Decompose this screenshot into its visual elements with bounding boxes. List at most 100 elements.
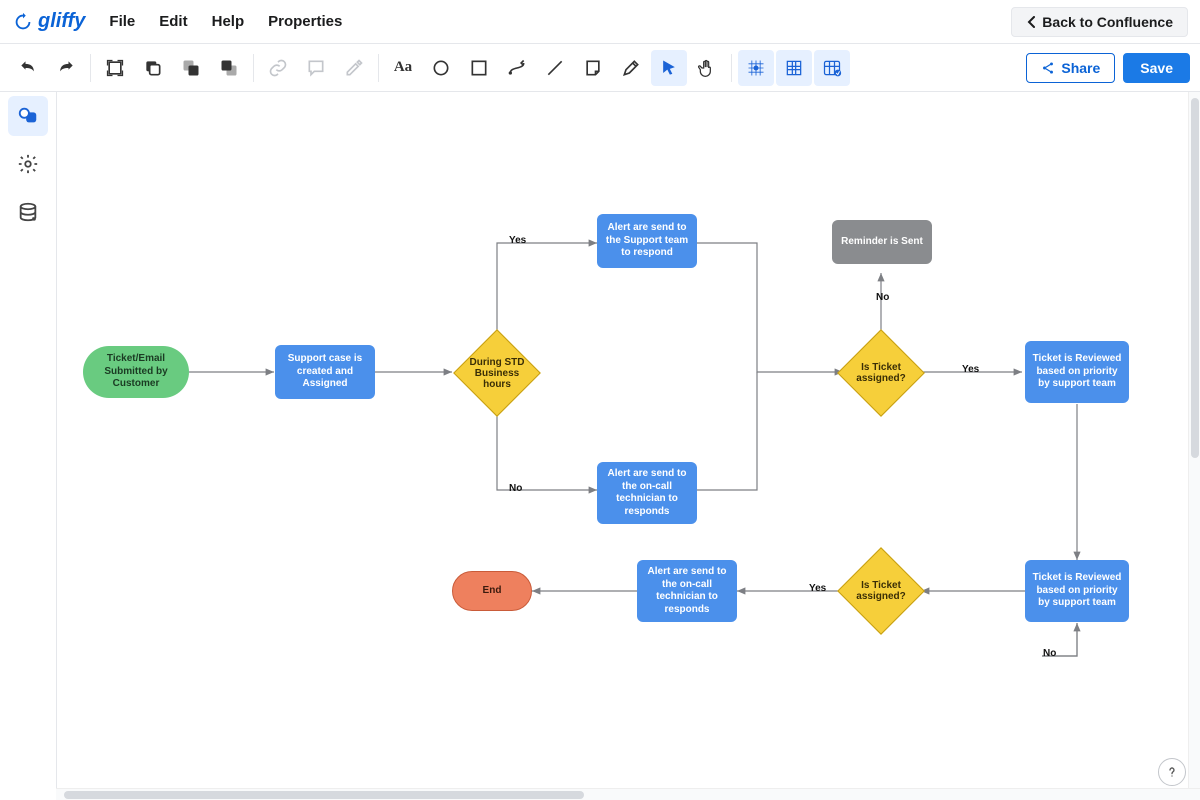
pen-tool-button[interactable]: [613, 50, 649, 86]
menu-file[interactable]: File: [109, 13, 135, 30]
menu-properties[interactable]: Properties: [268, 13, 342, 30]
edge-label-yes: Yes: [962, 364, 979, 375]
copy-icon: [143, 58, 163, 78]
horizontal-scrollbar[interactable]: [56, 788, 1200, 800]
share-button[interactable]: Share: [1026, 53, 1115, 83]
undo-button[interactable]: [10, 50, 46, 86]
note-icon: [583, 58, 603, 78]
ellipse-tool-button[interactable]: [423, 50, 459, 86]
connectors: [57, 92, 1197, 798]
canvas[interactable]: Ticket/Email Submitted by Customer Suppo…: [57, 92, 1197, 798]
node-decision-assigned-1[interactable]: Is Ticket assigned?: [836, 328, 926, 418]
decision-label: During STD Business hours: [452, 328, 542, 418]
circle-icon: [431, 58, 451, 78]
edge-label-yes: Yes: [509, 235, 526, 246]
database-icon: [17, 201, 39, 223]
text-tool-button[interactable]: Aa: [385, 50, 421, 86]
node-review-1[interactable]: Ticket is Reviewed based on priority by …: [1025, 341, 1129, 403]
separator: [253, 54, 254, 82]
node-alert-oncall-2[interactable]: Alert are send to the on-call technician…: [637, 560, 737, 622]
toolbar-right: Share Save: [1026, 53, 1190, 83]
share-icon: [1041, 61, 1055, 75]
edge-label-yes: Yes: [809, 583, 826, 594]
square-icon: [469, 58, 489, 78]
edge-label-no: No: [1043, 648, 1056, 659]
node-decision-assigned-2[interactable]: Is Ticket assigned?: [836, 546, 926, 636]
eyedropper-button[interactable]: [336, 50, 372, 86]
link-icon: [268, 58, 288, 78]
pointer-tool-button[interactable]: [651, 50, 687, 86]
connector-tool-button[interactable]: [499, 50, 535, 86]
edge-label-no: No: [509, 483, 522, 494]
eyedropper-icon: [344, 58, 364, 78]
node-reminder[interactable]: Reminder is Sent: [832, 220, 932, 264]
pencil-icon: [621, 58, 641, 78]
node-support-case[interactable]: Support case is created and Assigned: [275, 345, 375, 399]
vertical-scrollbar[interactable]: [1188, 92, 1200, 788]
scroll-thumb[interactable]: [64, 791, 584, 799]
connector-icon: [507, 58, 527, 78]
table-icon: [822, 58, 842, 78]
separator: [90, 54, 91, 82]
edge-label-no: No: [876, 292, 889, 303]
comment-button[interactable]: [298, 50, 334, 86]
redo-button[interactable]: [48, 50, 84, 86]
node-start[interactable]: Ticket/Email Submitted by Customer: [83, 346, 189, 398]
text-icon: Aa: [394, 59, 412, 76]
node-decision-hours[interactable]: During STD Business hours: [452, 328, 542, 418]
table-button[interactable]: [814, 50, 850, 86]
show-grid-button[interactable]: [776, 50, 812, 86]
canvas-area[interactable]: Ticket/Email Submitted by Customer Suppo…: [56, 92, 1200, 800]
logo: gliffy: [12, 10, 85, 33]
settings-panel-button[interactable]: [8, 144, 48, 184]
question-icon: [1164, 764, 1180, 780]
toolbar: Aa Share Save: [0, 44, 1200, 92]
back-label: Back to Confluence: [1042, 14, 1173, 30]
snap-icon: [746, 58, 766, 78]
separator: [731, 54, 732, 82]
comment-icon: [306, 58, 326, 78]
node-end[interactable]: End: [452, 571, 532, 611]
back-to-confluence-button[interactable]: Back to Confluence: [1011, 7, 1188, 37]
menu-help[interactable]: Help: [212, 13, 245, 30]
app-name: gliffy: [38, 10, 85, 33]
line-icon: [545, 58, 565, 78]
share-label: Share: [1061, 60, 1100, 76]
bring-front-icon: [181, 58, 201, 78]
grid-icon: [784, 58, 804, 78]
pan-tool-button[interactable]: [689, 50, 725, 86]
redo-icon: [56, 58, 76, 78]
separator: [378, 54, 379, 82]
gliffy-logo-icon: [12, 11, 34, 33]
help-button[interactable]: [1158, 758, 1186, 786]
scroll-thumb[interactable]: [1191, 98, 1199, 458]
left-rail: [4, 96, 52, 232]
bring-front-button[interactable]: [173, 50, 209, 86]
chevron-left-icon: [1026, 16, 1036, 28]
menu-edit[interactable]: Edit: [159, 13, 187, 30]
menu-bar: File Edit Help Properties: [109, 13, 342, 30]
rect-tool-button[interactable]: [461, 50, 497, 86]
save-button[interactable]: Save: [1123, 53, 1190, 83]
send-back-button[interactable]: [211, 50, 247, 86]
shapes-panel-button[interactable]: [8, 96, 48, 136]
node-alert-oncall[interactable]: Alert are send to the on-call technician…: [597, 462, 697, 524]
send-back-icon: [219, 58, 239, 78]
line-tool-button[interactable]: [537, 50, 573, 86]
hand-icon: [697, 58, 717, 78]
gear-icon: [17, 153, 39, 175]
fit-icon: [105, 58, 125, 78]
copy-button[interactable]: [135, 50, 171, 86]
node-alert-support[interactable]: Alert are send to the Support team to re…: [597, 214, 697, 268]
node-review-2[interactable]: Ticket is Reviewed based on priority by …: [1025, 560, 1129, 622]
shapes-icon: [17, 105, 39, 127]
link-button[interactable]: [260, 50, 296, 86]
undo-icon: [18, 58, 38, 78]
pointer-icon: [659, 58, 679, 78]
fit-button[interactable]: [97, 50, 133, 86]
note-tool-button[interactable]: [575, 50, 611, 86]
snap-grid-button[interactable]: [738, 50, 774, 86]
data-panel-button[interactable]: [8, 192, 48, 232]
decision-label: Is Ticket assigned?: [836, 328, 926, 418]
decision-label: Is Ticket assigned?: [836, 546, 926, 636]
